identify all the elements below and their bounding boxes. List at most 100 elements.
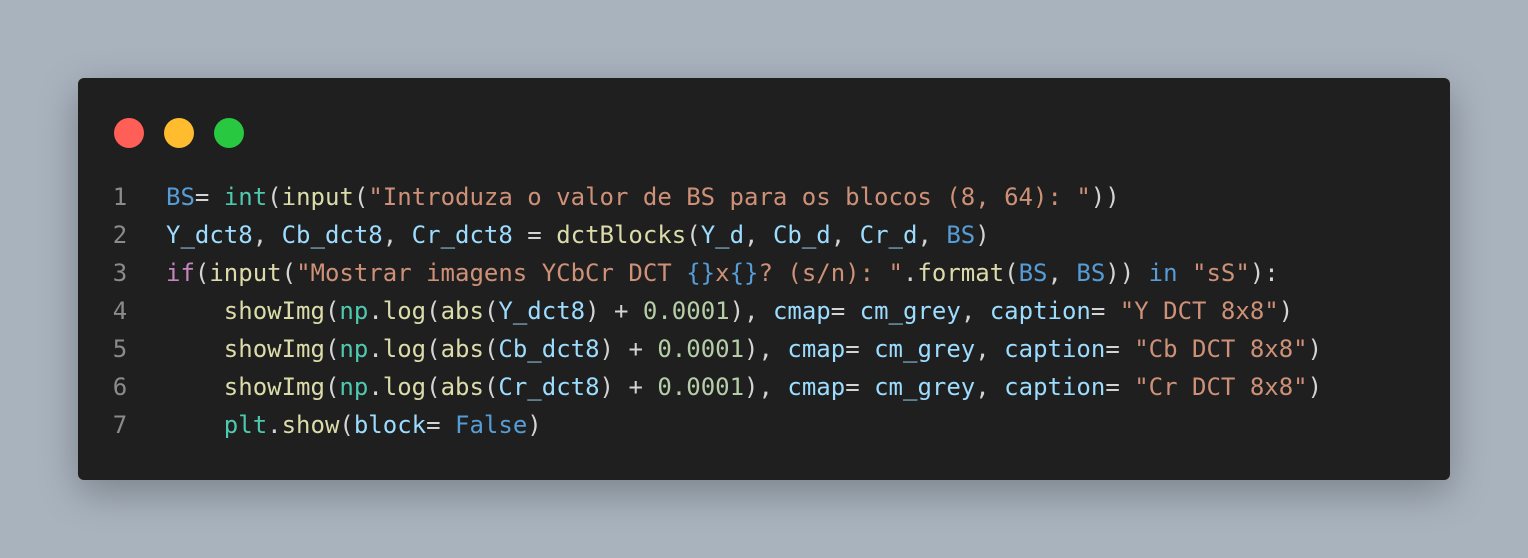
code-token: = — [1090, 297, 1120, 325]
code-token: ) — [1278, 297, 1294, 325]
code-token: Y_d — [700, 221, 745, 249]
code-token: Cr_dct8 — [498, 373, 600, 401]
code-line: 4 showImg(np.log(abs(Y_dct8) + 0.0001), … — [78, 292, 1450, 330]
code-token: if — [166, 259, 195, 287]
line-number: 5 — [112, 335, 128, 363]
code-token: ) — [527, 411, 542, 439]
code-token: {} — [729, 259, 759, 287]
line-number: 3 — [112, 259, 128, 287]
code-token: 0.0001 — [657, 373, 745, 401]
code-token: cm_grey — [874, 373, 976, 401]
code-text: BS= int(input("Introduza o valor de BS p… — [166, 178, 1120, 216]
code-token: "Introduza o valor de BS para os blocos … — [368, 183, 1091, 211]
code-token: abs — [440, 373, 484, 401]
code-token: . — [368, 335, 383, 363]
code-token: = — [194, 183, 224, 211]
code-text: showImg(np.log(abs(Y_dct8) + 0.0001), cm… — [166, 292, 1293, 330]
code-token: ) — [1307, 335, 1323, 363]
code-token: ( — [281, 259, 297, 287]
code-line: 7 plt.show(block= False) — [78, 406, 1450, 444]
code-text: plt.show(block= False) — [166, 406, 542, 444]
code-token: "Cr DCT 8x8" — [1134, 373, 1308, 401]
code-token: Cr_dct8 — [411, 221, 513, 249]
code-token: , — [975, 373, 1005, 401]
maximize-dot — [214, 118, 244, 148]
close-dot — [114, 118, 144, 148]
code-token: = — [1105, 335, 1135, 363]
code-token: . — [368, 297, 383, 325]
window-controls — [114, 118, 264, 148]
code-token: ( — [483, 297, 499, 325]
code-text: if(input("Mostrar imagens YCbCr DCT {}x{… — [166, 254, 1279, 292]
code-token: "Y DCT 8x8" — [1119, 297, 1279, 325]
code-token: cm_grey — [859, 297, 961, 325]
code-token: ( — [194, 259, 210, 287]
code-token: ) — [1307, 373, 1323, 401]
code-token: log — [382, 335, 427, 363]
code-token: , — [252, 221, 282, 249]
code-token: abs — [440, 335, 484, 363]
code-line: 5 showImg(np.log(abs(Cb_dct8) + 0.0001),… — [78, 330, 1450, 368]
code-token: ? (s/n): " — [758, 259, 903, 287]
code-token: , — [382, 221, 412, 249]
code-token: caption — [989, 297, 1091, 325]
code-token: = — [1105, 373, 1135, 401]
code-token: plt — [223, 411, 268, 439]
code-token: = — [830, 297, 860, 325]
code-token: showImg — [223, 373, 325, 401]
code-token: ) — [975, 221, 990, 249]
code-token: = — [845, 373, 875, 401]
code-token: in — [1148, 259, 1178, 287]
code-token: "Mostrar imagens YCbCr DCT — [296, 259, 687, 287]
code-token: , — [917, 221, 947, 249]
code-token: format — [917, 259, 1005, 287]
code-token: ( — [353, 183, 369, 211]
code-token: "sS" — [1192, 259, 1250, 287]
code-token: x — [715, 259, 730, 287]
minimize-dot — [164, 118, 194, 148]
code-token: Cb_d — [772, 221, 831, 249]
code-token: ( — [483, 373, 499, 401]
code-token: input — [281, 183, 354, 211]
code-token: ), — [744, 373, 788, 401]
code-token: ) + — [599, 373, 658, 401]
code-window: 1 BS= int(input("Introduza o valor de BS … — [78, 78, 1450, 480]
code-token: Cb_dct8 — [498, 335, 600, 363]
code-token: {} — [686, 259, 716, 287]
code-token: cmap — [772, 297, 831, 325]
code-token: np — [339, 297, 369, 325]
code-token: caption — [1004, 335, 1106, 363]
code-token: , — [975, 335, 1005, 363]
line-number: 4 — [112, 297, 128, 325]
code-token: )) — [1090, 183, 1120, 211]
code-token: Y_dct8 — [498, 297, 586, 325]
code-token: 0.0001 — [657, 335, 745, 363]
code-token: False — [455, 411, 528, 439]
code-token: cmap — [787, 373, 846, 401]
code-token: ( — [1004, 259, 1019, 287]
code-token: )) — [1105, 259, 1149, 287]
code-token: . — [902, 259, 918, 287]
code-line: 2 Y_dct8, Cb_dct8, Cr_dct8 = dctBlocks(Y_… — [78, 216, 1450, 254]
code-text: showImg(np.log(abs(Cr_dct8) + 0.0001), c… — [166, 368, 1322, 406]
code-token: = — [512, 221, 557, 249]
code-token: np — [339, 335, 369, 363]
code-line: 3 if(input("Mostrar imagens YCbCr DCT {}x… — [78, 254, 1450, 292]
code-token: , — [744, 221, 773, 249]
code-token: log — [382, 297, 427, 325]
code-token: BS — [166, 183, 195, 211]
code-token: ) + — [599, 335, 658, 363]
code-block: 1 BS= int(input("Introduza o valor de BS … — [78, 178, 1450, 444]
code-token: ( — [339, 411, 354, 439]
code-token: BS — [1018, 259, 1048, 287]
code-token: np — [339, 373, 369, 401]
code-token: ( — [426, 297, 441, 325]
code-token: show — [281, 411, 340, 439]
code-token: log — [382, 373, 427, 401]
code-token: BS — [1076, 259, 1106, 287]
code-token: , — [1047, 259, 1077, 287]
